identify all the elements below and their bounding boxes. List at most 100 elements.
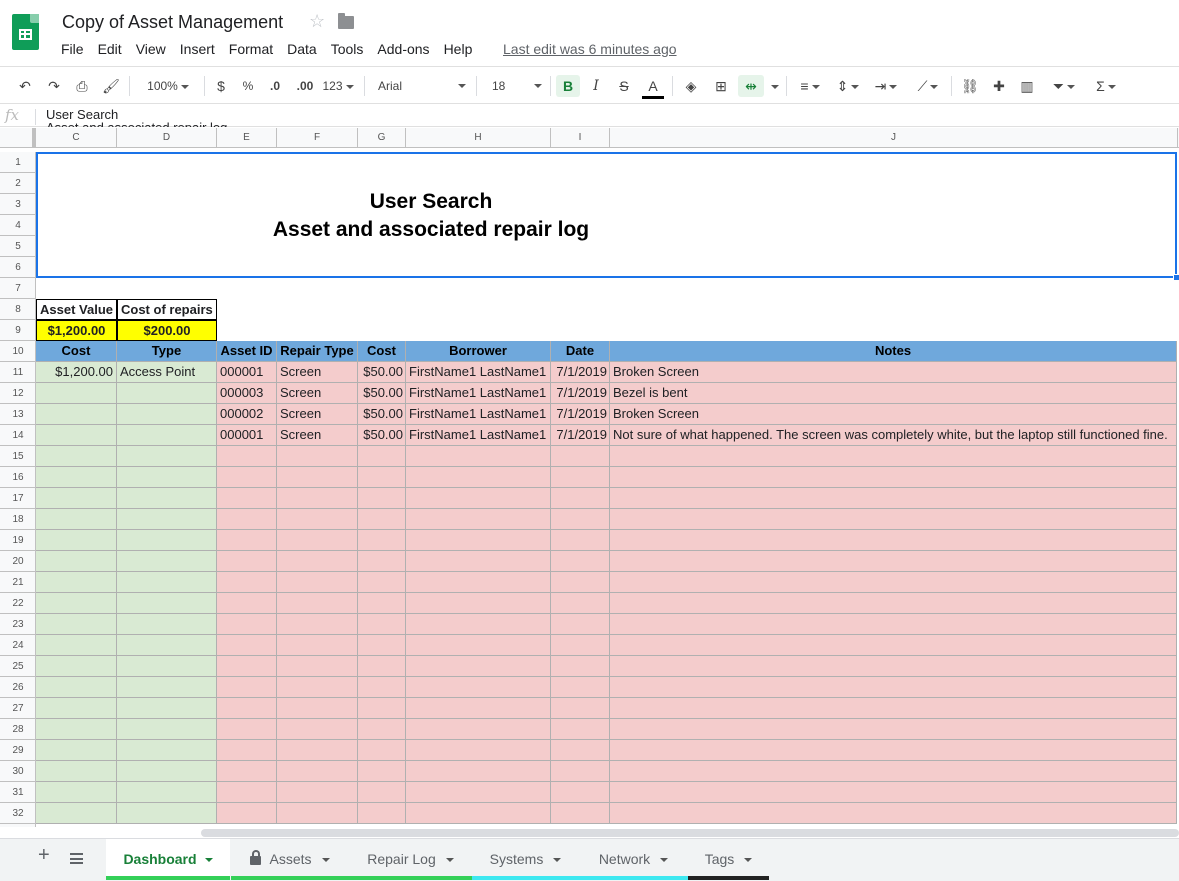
table-cell[interactable] xyxy=(358,488,406,509)
table-cell[interactable] xyxy=(117,530,217,551)
table-cell[interactable] xyxy=(406,635,551,656)
table-cell[interactable] xyxy=(117,551,217,572)
table-cell[interactable] xyxy=(610,488,1177,509)
table-cell[interactable] xyxy=(358,593,406,614)
asset-value-cell[interactable]: $1,200.00 xyxy=(36,320,117,341)
all-sheets-icon[interactable] xyxy=(70,853,83,864)
header-asset-id[interactable]: Asset ID xyxy=(217,341,277,362)
table-cell[interactable] xyxy=(406,656,551,677)
tab-assets[interactable]: Assets xyxy=(231,839,349,880)
table-cell[interactable] xyxy=(117,467,217,488)
table-cell[interactable] xyxy=(36,383,117,404)
table-cell[interactable] xyxy=(277,467,358,488)
table-cell[interactable] xyxy=(551,782,610,803)
table-cell[interactable] xyxy=(406,719,551,740)
table-cell[interactable] xyxy=(117,656,217,677)
table-cell[interactable]: Not sure of what happened. The screen wa… xyxy=(610,425,1177,446)
table-cell[interactable] xyxy=(117,803,217,824)
table-cell[interactable] xyxy=(610,572,1177,593)
table-cell[interactable]: FirstName1 LastName1 xyxy=(406,425,551,446)
table-cell[interactable] xyxy=(217,635,277,656)
table-cell[interactable]: 000003 xyxy=(217,383,277,404)
table-cell[interactable]: 000002 xyxy=(217,404,277,425)
cost-of-repairs-cell[interactable]: $200.00 xyxy=(117,320,217,341)
table-cell[interactable] xyxy=(358,803,406,824)
table-cell[interactable] xyxy=(36,656,117,677)
table-cell[interactable] xyxy=(610,698,1177,719)
table-cell[interactable] xyxy=(551,467,610,488)
table-cell[interactable] xyxy=(610,614,1177,635)
table-cell[interactable] xyxy=(610,803,1177,824)
table-cell[interactable] xyxy=(117,761,217,782)
table-cell[interactable] xyxy=(117,593,217,614)
table-cell[interactable]: FirstName1 LastName1 xyxy=(406,404,551,425)
table-cell[interactable]: 7/1/2019 xyxy=(551,362,610,383)
table-cell[interactable] xyxy=(551,803,610,824)
table-cell[interactable] xyxy=(406,740,551,761)
table-cell[interactable] xyxy=(36,719,117,740)
table-cell[interactable]: FirstName1 LastName1 xyxy=(406,383,551,404)
tab-systems[interactable]: Systems xyxy=(472,839,579,880)
table-cell[interactable]: $50.00 xyxy=(358,404,406,425)
table-cell[interactable] xyxy=(358,446,406,467)
table-cell[interactable] xyxy=(36,593,117,614)
header-repair-cost[interactable]: Cost xyxy=(358,341,406,362)
table-cell[interactable] xyxy=(277,656,358,677)
table-cell[interactable] xyxy=(117,383,217,404)
table-cell[interactable] xyxy=(117,698,217,719)
table-cell[interactable] xyxy=(610,656,1177,677)
table-cell[interactable] xyxy=(358,698,406,719)
table-cell[interactable] xyxy=(217,488,277,509)
table-cell[interactable] xyxy=(610,635,1177,656)
table-cell[interactable] xyxy=(117,404,217,425)
table-cell[interactable] xyxy=(406,530,551,551)
table-cell[interactable] xyxy=(610,509,1177,530)
header-repair-type[interactable]: Repair Type xyxy=(277,341,358,362)
table-cell[interactable] xyxy=(117,488,217,509)
table-cell[interactable] xyxy=(551,614,610,635)
table-cell[interactable]: Screen xyxy=(277,383,358,404)
table-cell[interactable] xyxy=(217,656,277,677)
table-cell[interactable] xyxy=(117,572,217,593)
table-cell[interactable] xyxy=(551,656,610,677)
table-cell[interactable] xyxy=(551,551,610,572)
table-cell[interactable] xyxy=(358,656,406,677)
table-cell[interactable] xyxy=(610,677,1177,698)
table-cell[interactable] xyxy=(277,593,358,614)
table-cell[interactable]: 000001 xyxy=(217,425,277,446)
table-cell[interactable] xyxy=(610,782,1177,803)
table-cell[interactable] xyxy=(217,761,277,782)
table-cell[interactable] xyxy=(610,719,1177,740)
table-cell[interactable] xyxy=(117,677,217,698)
table-cell[interactable] xyxy=(358,551,406,572)
table-cell[interactable] xyxy=(217,551,277,572)
table-cell[interactable]: Screen xyxy=(277,362,358,383)
table-cell[interactable] xyxy=(358,782,406,803)
table-cell[interactable] xyxy=(551,572,610,593)
table-cell[interactable]: FirstName1 LastName1 xyxy=(406,362,551,383)
table-cell[interactable] xyxy=(36,698,117,719)
table-cell[interactable] xyxy=(277,719,358,740)
table-cell[interactable] xyxy=(117,635,217,656)
table-cell[interactable] xyxy=(36,782,117,803)
header-notes[interactable]: Notes xyxy=(610,341,1177,362)
table-cell[interactable] xyxy=(36,614,117,635)
table-cell[interactable] xyxy=(36,740,117,761)
table-cell[interactable] xyxy=(277,782,358,803)
table-cell[interactable]: 7/1/2019 xyxy=(551,404,610,425)
table-cell[interactable] xyxy=(358,677,406,698)
table-cell[interactable] xyxy=(551,698,610,719)
table-cell[interactable]: Screen xyxy=(277,404,358,425)
table-cell[interactable] xyxy=(610,467,1177,488)
tab-dashboard[interactable]: Dashboard xyxy=(106,839,230,880)
table-cell[interactable] xyxy=(36,803,117,824)
table-cell[interactable] xyxy=(358,614,406,635)
table-cell[interactable] xyxy=(217,446,277,467)
table-cell[interactable]: Bezel is bent xyxy=(610,383,1177,404)
table-cell[interactable] xyxy=(217,719,277,740)
table-cell[interactable] xyxy=(36,425,117,446)
table-cell[interactable] xyxy=(277,488,358,509)
table-cell[interactable] xyxy=(551,593,610,614)
table-cell[interactable] xyxy=(277,698,358,719)
table-cell[interactable] xyxy=(406,761,551,782)
